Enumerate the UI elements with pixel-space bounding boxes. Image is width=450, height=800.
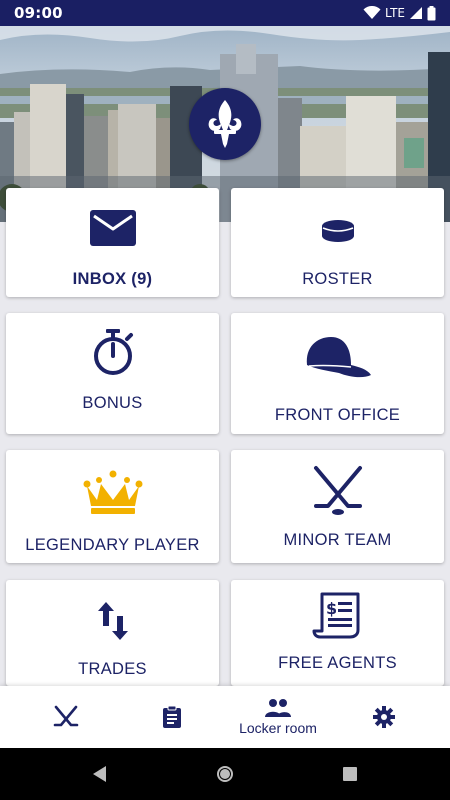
stopwatch-icon bbox=[93, 329, 133, 375]
back-button[interactable] bbox=[70, 748, 130, 800]
bottom-navigation: Locker room bbox=[0, 686, 450, 748]
tile-minor-team[interactable]: MINOR TEAM bbox=[231, 450, 444, 563]
tile-trades[interactable]: TRADES bbox=[6, 580, 219, 686]
nav-item-clipboard[interactable] bbox=[116, 686, 228, 748]
home-button[interactable] bbox=[195, 748, 255, 800]
tile-bonus[interactable]: BONUS bbox=[6, 313, 219, 434]
nav-item-hockey[interactable] bbox=[10, 686, 122, 748]
svg-text:$: $ bbox=[326, 599, 337, 618]
envelope-icon bbox=[89, 210, 136, 246]
cap-icon bbox=[306, 337, 371, 378]
tile-minor-team-label: MINOR TEAM bbox=[283, 531, 392, 549]
tile-inbox[interactable]: INBOX (9) bbox=[6, 188, 219, 297]
tile-inbox-label: INBOX (9) bbox=[72, 270, 153, 288]
signal-icon bbox=[409, 6, 423, 20]
status-icons: LTE bbox=[363, 5, 436, 21]
contract-scroll-icon: $ bbox=[312, 592, 359, 639]
back-icon bbox=[93, 766, 106, 782]
tile-legendary-player-label: LEGENDARY PLAYER bbox=[25, 536, 200, 554]
fleur-de-lis-icon bbox=[208, 100, 242, 148]
hockey-sticks-icon bbox=[53, 705, 79, 727]
nav-item-locker-room[interactable]: Locker room bbox=[222, 686, 334, 748]
people-icon bbox=[265, 699, 291, 717]
tile-front-office-label: FRONT OFFICE bbox=[274, 406, 401, 424]
tile-roster-label: ROSTER bbox=[302, 270, 373, 288]
status-bar: 09:00 LTE bbox=[0, 0, 450, 26]
swap-arrows-icon bbox=[97, 602, 128, 640]
wifi-icon bbox=[363, 6, 381, 20]
battery-icon bbox=[427, 5, 436, 21]
hockey-puck-icon bbox=[321, 220, 354, 242]
system-navigation-bar bbox=[0, 748, 450, 800]
tile-trades-label: TRADES bbox=[78, 660, 147, 678]
crossed-hockey-sticks-icon bbox=[313, 466, 362, 515]
gear-icon bbox=[373, 706, 395, 728]
tile-roster[interactable]: ROSTER bbox=[231, 188, 444, 297]
tile-front-office[interactable]: FRONT OFFICE bbox=[231, 313, 444, 434]
crown-icon bbox=[83, 470, 142, 514]
team-logo bbox=[189, 88, 261, 160]
home-icon bbox=[217, 766, 233, 782]
tile-legendary-player[interactable]: LEGENDARY PLAYER bbox=[6, 450, 219, 563]
menu-grid: INBOX (9) ROSTER BONUS FRONT OFFICE LEGE… bbox=[0, 186, 450, 686]
nav-item-settings[interactable] bbox=[328, 686, 440, 748]
clipboard-icon bbox=[163, 705, 181, 728]
nav-locker-room-label: Locker room bbox=[239, 720, 317, 736]
status-time: 09:00 bbox=[14, 4, 63, 22]
recents-button[interactable] bbox=[320, 748, 380, 800]
tile-free-agents-label: FREE AGENTS bbox=[278, 654, 397, 672]
tile-bonus-label: BONUS bbox=[82, 394, 143, 412]
tile-free-agents[interactable]: $ FREE AGENTS bbox=[231, 580, 444, 686]
recents-icon bbox=[343, 767, 357, 781]
network-type-label: LTE bbox=[385, 6, 405, 20]
